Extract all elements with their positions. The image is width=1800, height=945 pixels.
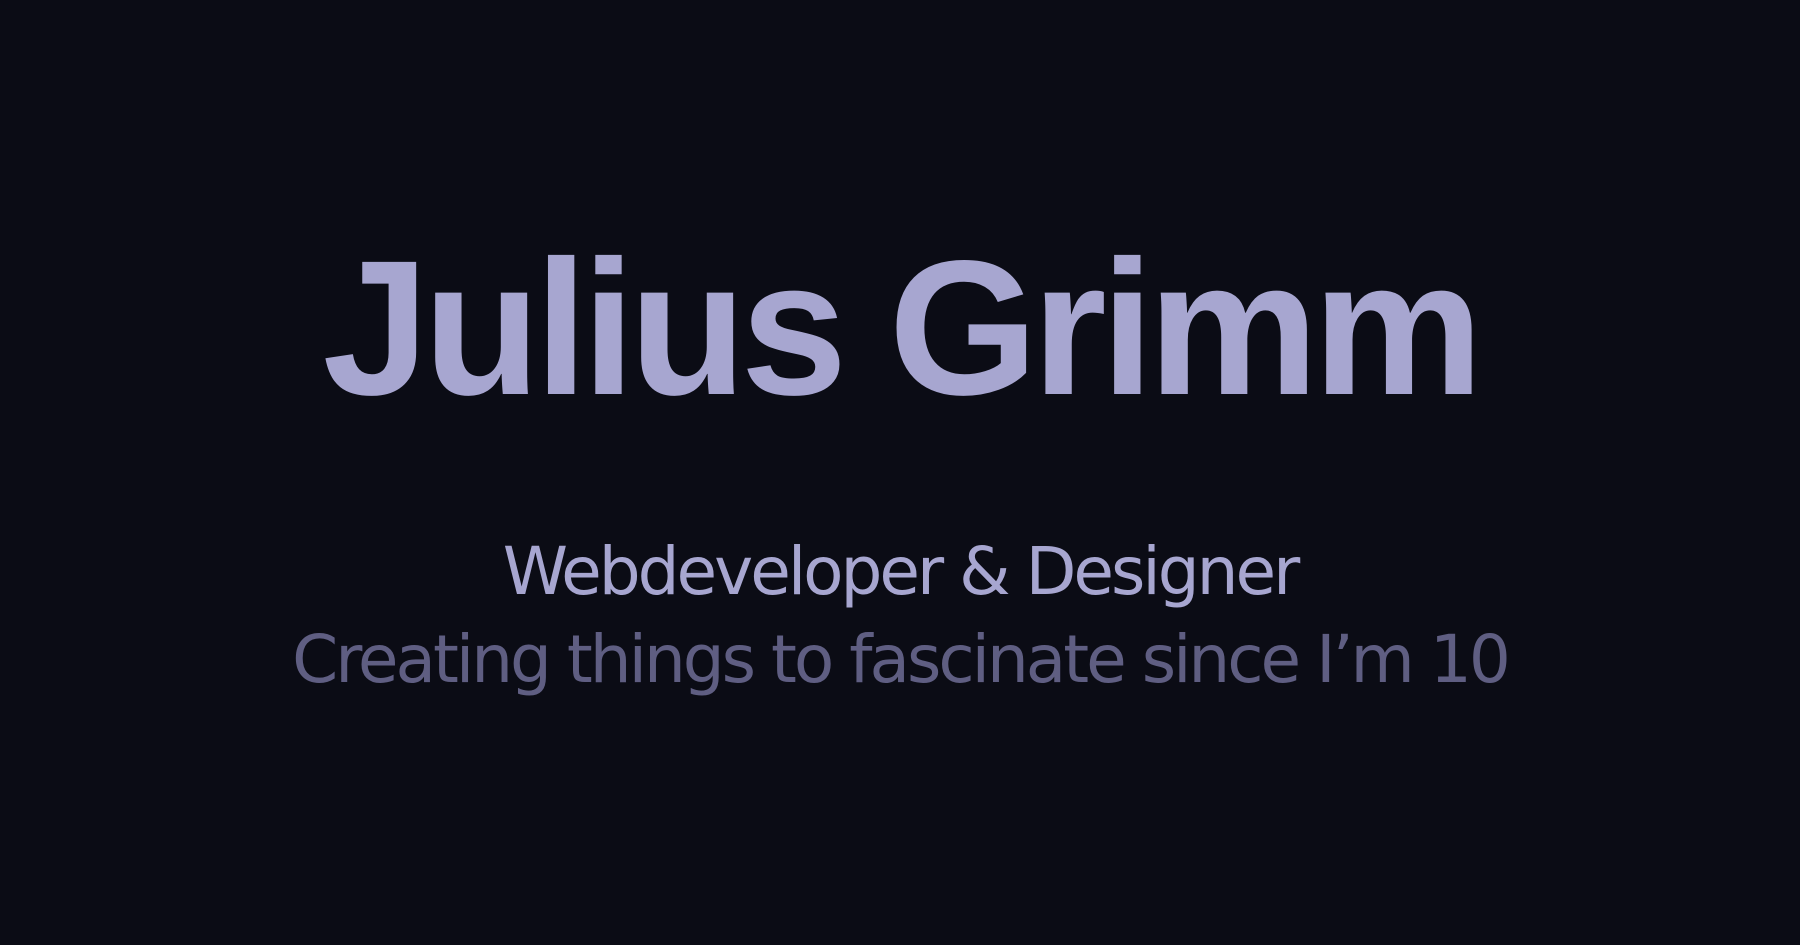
hero-tagline-text: Creating things to fascinate since I’m 1… bbox=[292, 621, 1511, 698]
hero-role-text: Webdeveloper & Designer bbox=[502, 533, 1300, 610]
hero-section: Julius Grimm Webdeveloper & Designer Cre… bbox=[0, 0, 1800, 945]
hero-name-heading: Julius Grimm bbox=[322, 220, 1484, 435]
